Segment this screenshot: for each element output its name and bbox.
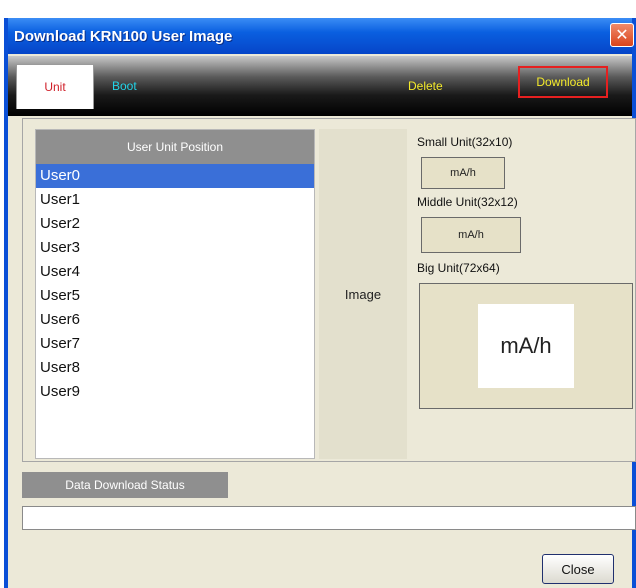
big-unit-value: mA/h [500, 333, 552, 358]
download-status-label: Data Download Status [22, 472, 228, 498]
small-unit-label: Small Unit(32x10) [417, 135, 513, 149]
title-bar: Download KRN100 User Image ✕ [8, 18, 634, 54]
list-item-user3[interactable]: User3 [36, 236, 314, 260]
big-unit-canvas: mA/h [478, 304, 574, 388]
image-label: Image [344, 286, 382, 302]
small-unit-preview[interactable]: mA/h [421, 157, 505, 189]
close-icon[interactable]: ✕ [610, 23, 634, 47]
list-item-user1[interactable]: User1 [36, 188, 314, 212]
middle-unit-label: Middle Unit(32x12) [417, 195, 518, 209]
list-header: User Unit Position [36, 130, 314, 164]
list-items: User0 User1 User2 User3 User4 User5 User6 User7… [36, 164, 314, 404]
list-item-user6[interactable]: User6 [36, 308, 314, 332]
list-item-user4[interactable]: User4 [36, 260, 314, 284]
unit-panel: User Unit Position User0 User1 User2 User3 U… [22, 118, 636, 462]
tab-boot[interactable]: Boot [112, 74, 137, 98]
tab-unit[interactable]: Unit [16, 64, 94, 109]
small-unit-value: mA/h [450, 167, 476, 179]
close-button[interactable]: Close [542, 554, 614, 584]
middle-unit-preview[interactable]: mA/h [421, 217, 521, 253]
image-column: Image [319, 129, 407, 459]
list-item-user8[interactable]: User8 [36, 356, 314, 380]
window-title: Download KRN100 User Image [14, 27, 233, 45]
big-unit-label: Big Unit(72x64) [417, 261, 500, 275]
list-item-user9[interactable]: User9 [36, 380, 314, 404]
middle-unit-value: mA/h [458, 229, 484, 241]
list-item-user5[interactable]: User5 [36, 284, 314, 308]
list-item-user0[interactable]: User0 [36, 164, 314, 188]
big-unit-preview[interactable]: mA/h [419, 283, 633, 409]
tab-bar: Unit Boot Delete Download [8, 56, 632, 116]
tab-delete[interactable]: Delete [408, 74, 443, 98]
dialog-window: Download KRN100 User Image ✕ Unit Boot D… [4, 18, 636, 588]
download-progress-bar [22, 506, 636, 530]
list-item-user7[interactable]: User7 [36, 332, 314, 356]
list-item-user2[interactable]: User2 [36, 212, 314, 236]
user-unit-list: User Unit Position User0 User1 User2 User3 U… [35, 129, 315, 459]
tab-download[interactable]: Download [518, 66, 608, 98]
